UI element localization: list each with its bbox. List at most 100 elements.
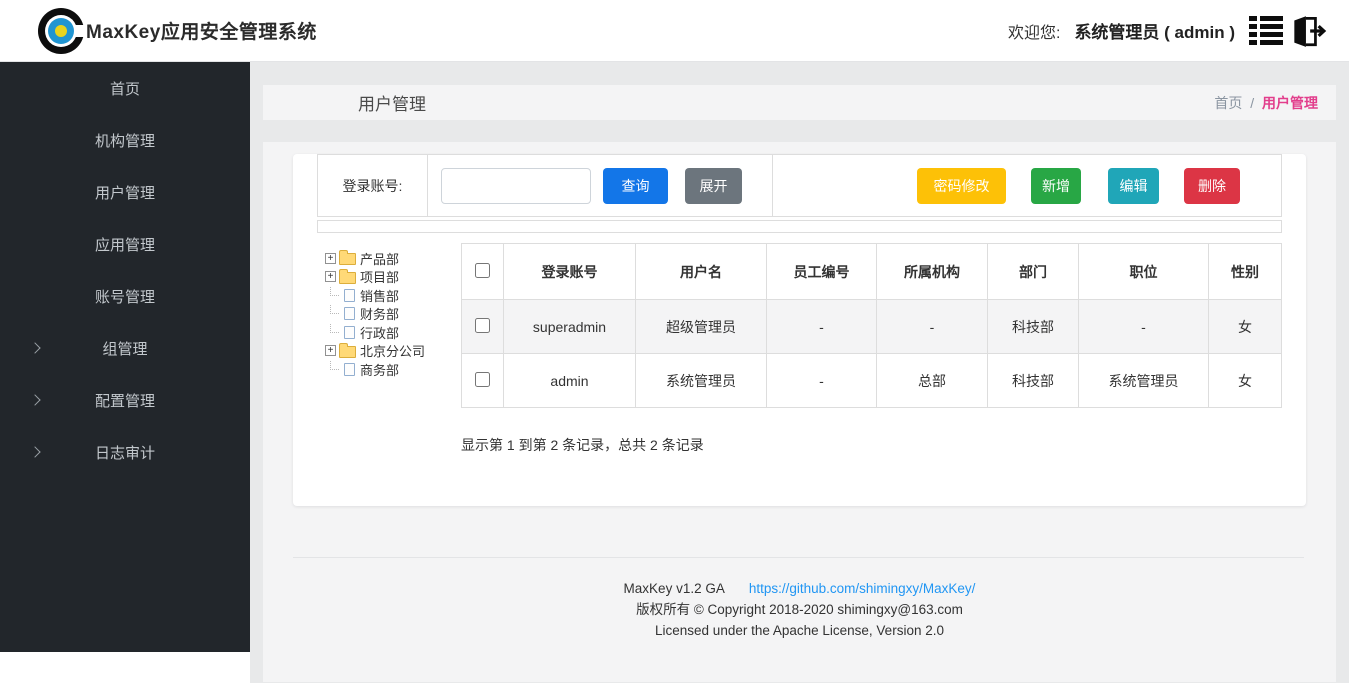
action-buttons: 密码修改 新增 编辑 删除 bbox=[773, 155, 1281, 216]
sidebar-item-label: 机构管理 bbox=[95, 130, 155, 151]
folder-icon bbox=[339, 346, 356, 358]
table-cell: - bbox=[877, 300, 988, 354]
tree-node-label: 行政部 bbox=[360, 323, 399, 342]
chevron-right-icon bbox=[29, 394, 40, 405]
table-cell: 系统管理员 bbox=[636, 354, 767, 408]
table-cell: 女 bbox=[1209, 354, 1282, 408]
sidebar-item-label: 用户管理 bbox=[95, 182, 155, 203]
sidebar-item-group-management[interactable]: 组管理 bbox=[0, 322, 250, 374]
table-row: admin系统管理员-总部科技部系统管理员女 bbox=[462, 354, 1282, 408]
tree-node-label: 财务部 bbox=[360, 304, 399, 323]
login-account-input[interactable] bbox=[441, 168, 591, 204]
query-button[interactable]: 查询 bbox=[603, 168, 668, 204]
page-titlebar: 用户管理 首页 / 用户管理 bbox=[263, 85, 1336, 120]
column-header: 性别 bbox=[1209, 244, 1282, 300]
sidebar-item-user-management[interactable]: 用户管理 bbox=[0, 166, 250, 218]
column-header: 部门 bbox=[988, 244, 1079, 300]
main-area: 用户管理 首页 / 用户管理 登录账号: 查询 展开 密码修改 bbox=[250, 62, 1349, 683]
tree-expand-icon[interactable]: + bbox=[325, 253, 336, 264]
search-toolbar: 登录账号: 查询 展开 密码修改 新增 编辑 删除 bbox=[317, 154, 1282, 217]
tree-node-label: 销售部 bbox=[360, 286, 399, 305]
app-footer: MaxKey v1.2 GA https://github.com/shiming… bbox=[263, 578, 1336, 641]
user-table-body: superadmin超级管理员--科技部-女admin系统管理员-总部科技部系统… bbox=[462, 300, 1282, 408]
tree-node[interactable]: +产品部 bbox=[325, 249, 461, 268]
breadcrumb-current: 用户管理 bbox=[1262, 95, 1318, 111]
password-modify-button[interactable]: 密码修改 bbox=[917, 168, 1006, 204]
tree-node[interactable]: +北京分公司 bbox=[325, 342, 461, 361]
tree-node-label: 项目部 bbox=[360, 267, 399, 286]
sidebar-item-label: 应用管理 bbox=[95, 234, 155, 255]
file-icon bbox=[344, 289, 355, 302]
sidebar-item-app-management[interactable]: 应用管理 bbox=[0, 218, 250, 270]
column-header: 所属机构 bbox=[877, 244, 988, 300]
tree-expand-icon[interactable]: + bbox=[325, 271, 336, 282]
logout-icon[interactable] bbox=[1287, 12, 1327, 50]
user-table: 登录账号用户名员工编号所属机构部门职位性别 superadmin超级管理员--科… bbox=[461, 243, 1282, 408]
row-select-cell bbox=[462, 300, 504, 354]
tree-node-label: 商务部 bbox=[360, 360, 399, 379]
select-all-checkbox[interactable] bbox=[475, 263, 490, 278]
org-tree: +产品部+项目部销售部财务部行政部+北京分公司商务部 bbox=[317, 243, 461, 455]
sidebar-item-account-management[interactable]: 账号管理 bbox=[0, 270, 250, 322]
tree-node[interactable]: 行政部 bbox=[325, 323, 461, 342]
sidebar-item-config-management[interactable]: 配置管理 bbox=[0, 374, 250, 426]
edit-button[interactable]: 编辑 bbox=[1108, 168, 1159, 204]
sidebar-item-org-management[interactable]: 机构管理 bbox=[0, 114, 250, 166]
row-checkbox[interactable] bbox=[475, 318, 490, 333]
welcome-label: 欢迎您: bbox=[1008, 19, 1060, 43]
sidebar-item-log-audit[interactable]: 日志审计 bbox=[0, 426, 250, 478]
advanced-search-collapsed bbox=[317, 220, 1282, 233]
table-cell: 女 bbox=[1209, 300, 1282, 354]
sidebar-item-label: 日志审计 bbox=[95, 442, 155, 463]
tree-connector bbox=[330, 305, 339, 314]
folder-icon bbox=[339, 253, 356, 265]
tree-node[interactable]: 财务部 bbox=[325, 305, 461, 324]
search-label: 登录账号: bbox=[318, 155, 428, 216]
table-row: superadmin超级管理员--科技部-女 bbox=[462, 300, 1282, 354]
welcome-user: 系统管理员 ( admin ) bbox=[1074, 18, 1235, 43]
tree-expand-icon[interactable]: + bbox=[325, 345, 336, 356]
breadcrumb: 首页 / 用户管理 bbox=[1214, 93, 1318, 113]
table-cell: superadmin bbox=[504, 300, 636, 354]
file-icon bbox=[344, 326, 355, 339]
card-body: +产品部+项目部销售部财务部行政部+北京分公司商务部 登录账号用户名员工编号所属… bbox=[293, 243, 1306, 455]
tree-node[interactable]: + 项目部 bbox=[325, 268, 461, 287]
content-panel: 登录账号: 查询 展开 密码修改 新增 编辑 删除 +产品部+项目 bbox=[263, 142, 1336, 682]
list-icon[interactable] bbox=[1249, 16, 1283, 45]
add-button[interactable]: 新增 bbox=[1031, 168, 1081, 204]
select-all-cell bbox=[462, 244, 504, 300]
table-cell: 系统管理员 bbox=[1079, 354, 1209, 408]
folder-icon bbox=[339, 272, 356, 284]
user-table-header-row: 登录账号用户名员工编号所属机构部门职位性别 bbox=[462, 244, 1282, 300]
tree-connector bbox=[330, 287, 339, 296]
sidebar-item-label: 配置管理 bbox=[95, 390, 155, 411]
row-select-cell bbox=[462, 354, 504, 408]
tree-connector bbox=[330, 324, 339, 333]
breadcrumb-home[interactable]: 首页 bbox=[1214, 95, 1242, 111]
table-cell: - bbox=[1079, 300, 1209, 354]
sidebar-item-label: 组管理 bbox=[102, 338, 147, 359]
table-cell: - bbox=[767, 300, 877, 354]
search-input-cell: 查询 展开 bbox=[428, 155, 773, 216]
header-right: 欢迎您: 系统管理员 ( admin ) bbox=[1008, 12, 1327, 50]
page: MaxKey应用安全管理系统 欢迎您: 系统管理员 ( admin ) 首页机构… bbox=[0, 0, 1349, 683]
content-card: 登录账号: 查询 展开 密码修改 新增 编辑 删除 +产品部+项目 bbox=[293, 154, 1306, 506]
footer-github-link[interactable]: https://github.com/shimingxy/MaxKey/ bbox=[749, 581, 976, 596]
column-header: 员工编号 bbox=[767, 244, 877, 300]
tree-node[interactable]: 销售部 bbox=[325, 286, 461, 305]
app-title: MaxKey应用安全管理系统 bbox=[86, 17, 317, 44]
footer-copyright: 版权所有 © Copyright 2018-2020 shimingxy@163… bbox=[263, 599, 1336, 620]
expand-button[interactable]: 展开 bbox=[685, 168, 742, 204]
table-cell: 科技部 bbox=[988, 354, 1079, 408]
sidebar-item-label: 账号管理 bbox=[95, 286, 155, 307]
footer-version: MaxKey v1.2 GA bbox=[624, 581, 725, 596]
tree-node[interactable]: 商务部 bbox=[325, 360, 461, 379]
record-summary: 显示第 1 到第 2 条记录，总共 2 条记录 bbox=[461, 435, 1282, 455]
app-header: MaxKey应用安全管理系统 欢迎您: 系统管理员 ( admin ) bbox=[0, 0, 1349, 62]
column-header: 用户名 bbox=[636, 244, 767, 300]
page-title: 用户管理 bbox=[358, 90, 426, 115]
delete-button[interactable]: 删除 bbox=[1184, 168, 1240, 204]
chevron-right-icon bbox=[29, 446, 40, 457]
row-checkbox[interactable] bbox=[475, 372, 490, 387]
sidebar-item-home[interactable]: 首页 bbox=[0, 62, 250, 114]
